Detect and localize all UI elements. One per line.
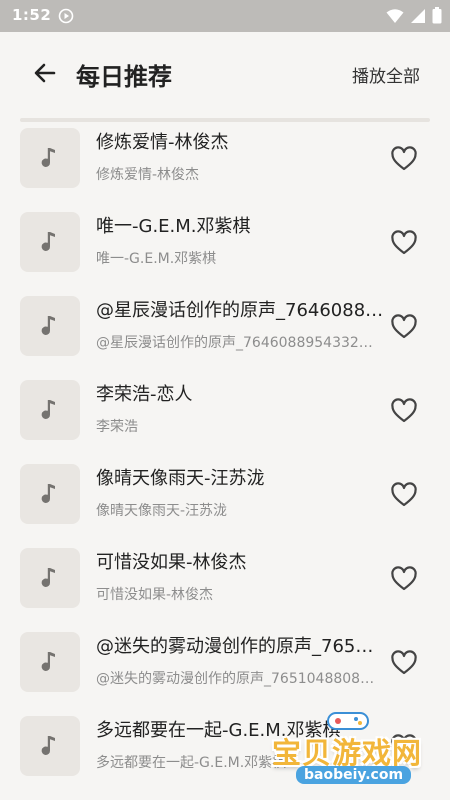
song-row[interactable]: 多远都要在一起-G.E.M.邓紫棋 多远都要在一起-G.E.M.邓紫棋 — [0, 712, 450, 796]
music-note-icon — [41, 316, 55, 335]
media-indicator-icon — [58, 8, 74, 28]
song-subtitle: 多远都要在一起-G.E.M.邓紫棋 — [96, 755, 287, 771]
song-row[interactable]: @星辰漫话创作的原声_7646088… @星辰漫话创作的原声_764608895… — [0, 292, 450, 376]
song-subtitle: 像晴天像雨天-汪苏泷 — [96, 503, 228, 519]
play-all-button[interactable]: 播放全部 — [352, 62, 420, 87]
song-list: 修炼爱情-林俊杰 修炼爱情-林俊杰 唯一-G.E.M.邓紫棋 唯一-G.E.M.… — [0, 124, 450, 796]
heart-outline-icon — [391, 230, 417, 255]
favorite-button[interactable] — [390, 230, 418, 256]
song-row[interactable]: 李荣浩-恋人 李荣浩 — [0, 376, 450, 460]
song-cover — [20, 212, 80, 272]
song-subtitle: 李荣浩 — [96, 419, 138, 435]
wifi-icon — [386, 8, 404, 28]
favorite-button[interactable] — [390, 398, 418, 424]
signal-icon — [410, 8, 426, 28]
song-title: 可惜没如果-林俊杰 — [96, 552, 247, 573]
music-note-icon — [41, 400, 55, 419]
song-cover — [20, 716, 80, 776]
music-note-icon — [41, 736, 55, 755]
song-subtitle: @迷失的雾动漫创作的原声_7651048808… — [96, 671, 375, 687]
battery-icon — [432, 7, 442, 28]
page-title: 每日推荐 — [76, 63, 172, 91]
arrow-left-icon — [34, 63, 56, 83]
back-button[interactable] — [30, 58, 60, 88]
music-note-icon — [41, 148, 55, 167]
song-row[interactable]: 修炼爱情-林俊杰 修炼爱情-林俊杰 — [0, 124, 450, 208]
song-row[interactable]: 可惜没如果-林俊杰 可惜没如果-林俊杰 — [0, 544, 450, 628]
song-row[interactable]: 像晴天像雨天-汪苏泷 像晴天像雨天-汪苏泷 — [0, 460, 450, 544]
favorite-button[interactable] — [390, 650, 418, 676]
song-cover — [20, 380, 80, 440]
divider — [20, 118, 430, 122]
song-cover — [20, 296, 80, 356]
song-title: @迷失的雾动漫创作的原声_765… — [96, 636, 374, 657]
song-cover — [20, 632, 80, 692]
song-cover — [20, 464, 80, 524]
heart-outline-icon — [391, 566, 417, 591]
heart-outline-icon — [391, 734, 417, 759]
music-note-icon — [41, 568, 55, 587]
heart-outline-icon — [391, 482, 417, 507]
song-subtitle: 修炼爱情-林俊杰 — [96, 167, 200, 183]
song-title: 多远都要在一起-G.E.M.邓紫棋 — [96, 720, 341, 741]
song-row[interactable]: 唯一-G.E.M.邓紫棋 唯一-G.E.M.邓紫棋 — [0, 208, 450, 292]
heart-outline-icon — [391, 314, 417, 339]
song-title: 修炼爱情-林俊杰 — [96, 132, 229, 153]
song-title: @星辰漫话创作的原声_7646088… — [96, 300, 384, 321]
status-time: 1:52 — [12, 6, 52, 24]
song-cover — [20, 128, 80, 188]
song-title: 李荣浩-恋人 — [96, 384, 193, 405]
song-cover — [20, 548, 80, 608]
status-bar: 1:52 — [0, 0, 450, 32]
song-title: 唯一-G.E.M.邓紫棋 — [96, 216, 251, 237]
song-row[interactable]: @迷失的雾动漫创作的原声_765… @迷失的雾动漫创作的原声_765104880… — [0, 628, 450, 712]
music-note-icon — [41, 652, 55, 671]
song-subtitle: 唯一-G.E.M.邓紫棋 — [96, 251, 217, 267]
music-note-icon — [41, 232, 55, 251]
favorite-button[interactable] — [390, 566, 418, 592]
song-subtitle: @星辰漫话创作的原声_76460889543322… — [96, 335, 381, 351]
heart-outline-icon — [391, 398, 417, 423]
song-title: 像晴天像雨天-汪苏泷 — [96, 468, 265, 489]
favorite-button[interactable] — [390, 314, 418, 340]
song-subtitle: 可惜没如果-林俊杰 — [96, 587, 214, 603]
music-note-icon — [41, 484, 55, 503]
heart-outline-icon — [391, 650, 417, 675]
favorite-button[interactable] — [390, 734, 418, 760]
favorite-button[interactable] — [390, 146, 418, 172]
favorite-button[interactable] — [390, 482, 418, 508]
header: 每日推荐 播放全部 — [0, 32, 450, 114]
heart-outline-icon — [391, 146, 417, 171]
